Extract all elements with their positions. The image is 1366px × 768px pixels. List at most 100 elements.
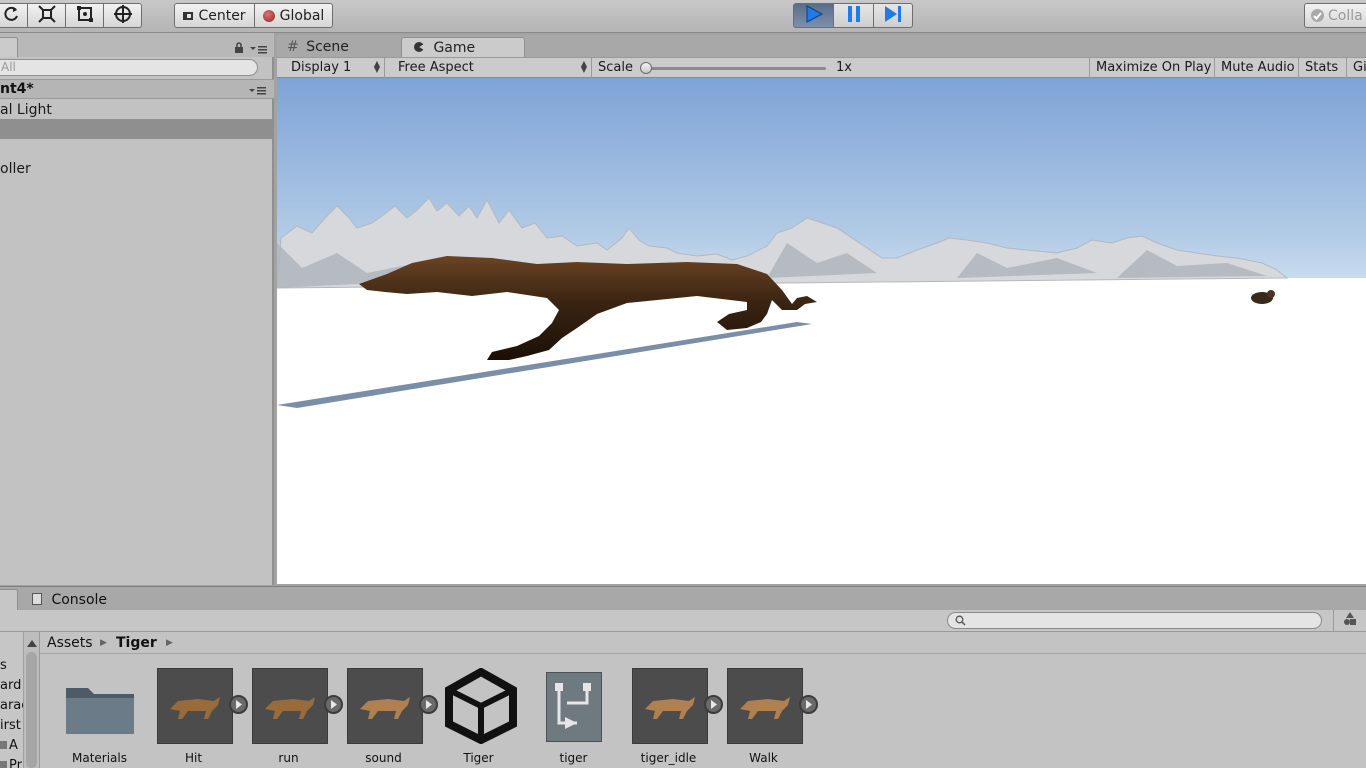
main-toolbar: Center Global Colla [0,0,1366,33]
play-controls [793,3,913,28]
rotate-icon [2,5,20,27]
pivot-center-button[interactable]: Center [174,3,255,28]
asset-label: Tiger [463,751,494,765]
space-label: Global [279,7,325,24]
rotate-tool-button[interactable] [0,3,28,28]
snow-ground [277,278,1366,584]
collab-button[interactable]: Colla [1304,3,1366,28]
step-icon [883,5,903,27]
game-view-toolbar: Display 1 ▲ ▼ Free Aspect ▲ ▼ Scale 1x Max… [277,57,1366,78]
scale-label: Scale [598,60,633,75]
rect-tool-icon [75,4,95,28]
scale-tool-button[interactable] [28,3,66,28]
project-folder-tree: s ard arac irst A Pr [0,632,40,768]
collab-label: Colla [1328,7,1363,24]
panel-menu-icon[interactable] [250,43,268,58]
breadcrumb-arrow-icon: ▶ [166,638,173,648]
tab-game-label: Game [433,40,476,56]
maximize-label: Maximize On Play [1096,60,1212,75]
space-global-button[interactable]: Global [255,3,333,28]
scroll-up-icon[interactable] [27,636,37,651]
breadcrumb-tiger[interactable]: Tiger [116,632,157,654]
project-tab[interactable] [0,589,18,611]
hierarchy-search-input[interactable]: All [0,59,258,76]
asset-label: run [278,751,299,765]
tree-item-label: A [9,738,18,753]
tab-scene[interactable]: # Scene [287,37,405,59]
gizmos-label: Gi [1353,60,1366,75]
hierarchy-tab[interactable] [0,37,18,57]
rect-tool-button[interactable] [66,3,104,28]
play-badge-icon[interactable] [419,695,438,714]
scene-name: nt4* [0,81,34,97]
hierarchy-panel: All nt4* al Light oller [0,33,274,585]
animation-thumb [632,668,708,744]
project-search-input[interactable] [947,612,1322,629]
game-render [277,78,1366,584]
play-badge-icon[interactable] [324,695,343,714]
lock-icon[interactable] [234,42,244,57]
console-icon [32,593,42,605]
tab-game[interactable]: Game [401,37,525,59]
pacman-icon [414,42,424,52]
asset-label: Hit [184,751,203,765]
updown-arrows-icon: ▲ ▼ [580,59,587,74]
tab-console[interactable]: Console [32,591,107,609]
updown-arrows-icon: ▲ ▼ [373,59,380,74]
play-badge-icon[interactable] [704,695,723,714]
transform-tools [0,3,142,28]
project-toolbar [0,610,1366,632]
view-tabbar: # Scene Game [277,35,1366,59]
game-viewport[interactable] [277,78,1366,584]
checkmark-icon [1311,9,1324,22]
tree-scrollbar[interactable] [23,632,39,768]
tree-item-label: Pr [9,758,22,768]
hierarchy-item-selected[interactable] [0,119,272,139]
animation-thumb [347,668,423,744]
tiger-thumb-icon [740,697,790,719]
asset-label: sound [365,751,402,765]
hierarchy-item[interactable]: oller [0,159,272,179]
play-badge-icon[interactable] [799,695,818,714]
transform-tool-button[interactable] [104,3,142,28]
asset-label: tiger [559,751,588,765]
display-select[interactable]: Display 1 ▲ ▼ [285,58,385,78]
animation-thumb [157,668,233,744]
folder-icon [0,741,7,749]
play-badge-icon[interactable] [229,695,248,714]
play-icon [804,4,824,27]
breadcrumb-assets[interactable]: Assets [47,632,93,654]
hierarchy-item[interactable]: al Light [0,100,272,120]
globe-icon [262,9,275,22]
hierarchy-item-label: al Light [0,102,52,118]
step-button[interactable] [874,3,913,28]
asset-label: Materials [71,751,127,765]
filter-by-type-button[interactable] [1333,610,1366,632]
stats-toggle[interactable]: Stats [1299,58,1347,78]
mute-label: Mute Audio [1221,60,1295,75]
breadcrumb: Assets ▶ Tiger ▶ [40,632,1366,654]
play-button[interactable] [793,3,834,28]
maximize-on-play-toggle[interactable]: Maximize On Play [1089,58,1215,78]
hierarchy-search-placeholder: All [1,60,16,74]
tiger-thumb-icon [645,697,695,719]
scale-slider-thumb[interactable] [640,62,652,74]
hierarchy-item-label: oller [0,161,31,177]
mute-audio-toggle[interactable]: Mute Audio [1215,58,1299,78]
project-assets-panel: Assets ▶ Tiger ▶ Materials Hit run sound [40,632,1366,768]
aspect-select[interactable]: Free Aspect ▲ ▼ [392,58,592,78]
folder-icon [64,680,136,736]
scale-value: 1x [836,60,852,75]
scale-control: Scale 1x [592,58,1092,78]
hierarchy-item[interactable] [0,139,272,159]
pause-button[interactable] [834,3,874,28]
scene-menu-icon[interactable] [249,85,267,100]
hierarchy-tabbar [0,33,274,57]
tree-scroll-thumb[interactable] [26,652,37,768]
scale-slider-track[interactable] [644,67,826,70]
tiger-thumb-icon [170,697,220,719]
gizmos-toggle[interactable]: Gi [1347,58,1366,78]
transform-icon [113,4,133,28]
breadcrumb-arrow-icon: ▶ [100,638,107,648]
scene-header[interactable]: nt4* [0,79,274,99]
